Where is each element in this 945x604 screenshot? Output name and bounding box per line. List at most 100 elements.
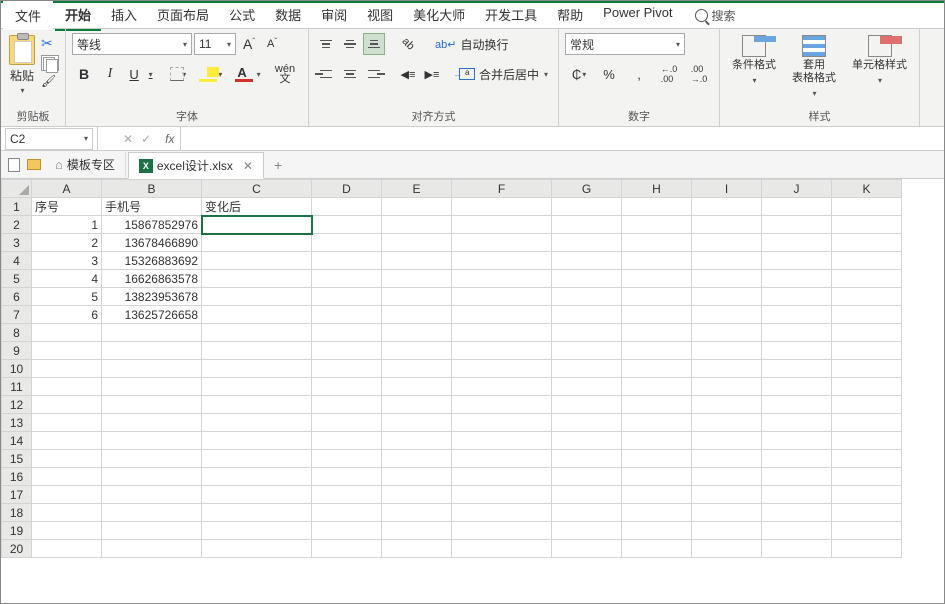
cell-D8[interactable] — [312, 324, 382, 342]
cell-A9[interactable] — [32, 342, 102, 360]
cell-J13[interactable] — [762, 414, 832, 432]
cell-G18[interactable] — [552, 504, 622, 522]
format-painter-button[interactable] — [41, 75, 59, 91]
bold-button[interactable]: B — [72, 63, 96, 85]
cell-I12[interactable] — [692, 396, 762, 414]
align-top-button[interactable] — [315, 33, 337, 55]
row-header-9[interactable]: 9 — [2, 342, 32, 360]
align-middle-button[interactable] — [339, 33, 361, 55]
cell-B18[interactable] — [102, 504, 202, 522]
cell-D4[interactable] — [312, 252, 382, 270]
cell-A11[interactable] — [32, 378, 102, 396]
cell-I8[interactable] — [692, 324, 762, 342]
cell-E6[interactable] — [382, 288, 452, 306]
cell-E20[interactable] — [382, 540, 452, 558]
cell-I20[interactable] — [692, 540, 762, 558]
phonetic-button[interactable]: wén文 — [268, 63, 302, 85]
increase-decimal-button[interactable]: ←.0.00 — [655, 63, 683, 85]
percent-button[interactable]: % — [595, 63, 623, 85]
cell-D14[interactable] — [312, 432, 382, 450]
cell-A3[interactable]: 2 — [32, 234, 102, 252]
row-header-11[interactable]: 11 — [2, 378, 32, 396]
cell-K10[interactable] — [832, 360, 902, 378]
file-tab[interactable]: X excel设计.xlsx ✕ — [128, 152, 264, 179]
cell-K17[interactable] — [832, 486, 902, 504]
cell-A4[interactable]: 3 — [32, 252, 102, 270]
cell-A8[interactable] — [32, 324, 102, 342]
cell-I2[interactable] — [692, 216, 762, 234]
font-size-select[interactable]: 11 ▾ — [194, 33, 236, 55]
cell-A16[interactable] — [32, 468, 102, 486]
cell-A6[interactable]: 5 — [32, 288, 102, 306]
cell-I13[interactable] — [692, 414, 762, 432]
cell-G5[interactable] — [552, 270, 622, 288]
cell-B10[interactable] — [102, 360, 202, 378]
formula-input[interactable] — [180, 127, 944, 150]
cell-F14[interactable] — [452, 432, 552, 450]
column-header-J[interactable]: J — [762, 180, 832, 198]
cell-D19[interactable] — [312, 522, 382, 540]
cell-E11[interactable] — [382, 378, 452, 396]
confirm-formula-button[interactable]: ✓ — [141, 132, 151, 146]
cell-C6[interactable] — [202, 288, 312, 306]
cell-H14[interactable] — [622, 432, 692, 450]
cell-G7[interactable] — [552, 306, 622, 324]
cell-A13[interactable] — [32, 414, 102, 432]
cell-H11[interactable] — [622, 378, 692, 396]
column-header-E[interactable]: E — [382, 180, 452, 198]
cell-E10[interactable] — [382, 360, 452, 378]
paste-button[interactable]: 粘贴 ▾ — [7, 33, 37, 97]
cell-B13[interactable] — [102, 414, 202, 432]
cell-K7[interactable] — [832, 306, 902, 324]
cell-D7[interactable] — [312, 306, 382, 324]
cell-E1[interactable] — [382, 198, 452, 216]
cell-E18[interactable] — [382, 504, 452, 522]
cell-H7[interactable] — [622, 306, 692, 324]
cell-E17[interactable] — [382, 486, 452, 504]
conditional-format-button[interactable]: 条件格式 ▾ — [726, 33, 782, 89]
cell-C15[interactable] — [202, 450, 312, 468]
file-menu[interactable]: 文件 — [3, 1, 53, 30]
cell-H20[interactable] — [622, 540, 692, 558]
cell-F9[interactable] — [452, 342, 552, 360]
row-header-20[interactable]: 20 — [2, 540, 32, 558]
cell-H3[interactable] — [622, 234, 692, 252]
cell-K3[interactable] — [832, 234, 902, 252]
cell-F4[interactable] — [452, 252, 552, 270]
cell-G10[interactable] — [552, 360, 622, 378]
cell-J19[interactable] — [762, 522, 832, 540]
cell-G4[interactable] — [552, 252, 622, 270]
cell-I16[interactable] — [692, 468, 762, 486]
cell-E3[interactable] — [382, 234, 452, 252]
cut-button[interactable] — [41, 35, 59, 51]
cell-E7[interactable] — [382, 306, 452, 324]
currency-button[interactable]: ₵▾ — [565, 63, 593, 85]
align-bottom-button[interactable] — [363, 33, 385, 55]
column-header-C[interactable]: C — [202, 180, 312, 198]
cell-C16[interactable] — [202, 468, 312, 486]
align-right-button[interactable] — [363, 63, 385, 85]
cell-B2[interactable]: 15867852976 — [102, 216, 202, 234]
cell-J2[interactable] — [762, 216, 832, 234]
row-header-8[interactable]: 8 — [2, 324, 32, 342]
row-header-12[interactable]: 12 — [2, 396, 32, 414]
cell-I19[interactable] — [692, 522, 762, 540]
cell-B1[interactable]: 手机号 — [102, 198, 202, 216]
cell-H19[interactable] — [622, 522, 692, 540]
cell-A17[interactable] — [32, 486, 102, 504]
row-header-19[interactable]: 19 — [2, 522, 32, 540]
cell-J3[interactable] — [762, 234, 832, 252]
cell-K1[interactable] — [832, 198, 902, 216]
cell-F16[interactable] — [452, 468, 552, 486]
row-header-10[interactable]: 10 — [2, 360, 32, 378]
cell-B19[interactable] — [102, 522, 202, 540]
italic-button[interactable]: I — [98, 63, 122, 85]
cell-G19[interactable] — [552, 522, 622, 540]
cell-J6[interactable] — [762, 288, 832, 306]
cell-D9[interactable] — [312, 342, 382, 360]
cell-A5[interactable]: 4 — [32, 270, 102, 288]
column-header-F[interactable]: F — [452, 180, 552, 198]
cell-D5[interactable] — [312, 270, 382, 288]
cell-G12[interactable] — [552, 396, 622, 414]
cell-B5[interactable]: 16626863578 — [102, 270, 202, 288]
